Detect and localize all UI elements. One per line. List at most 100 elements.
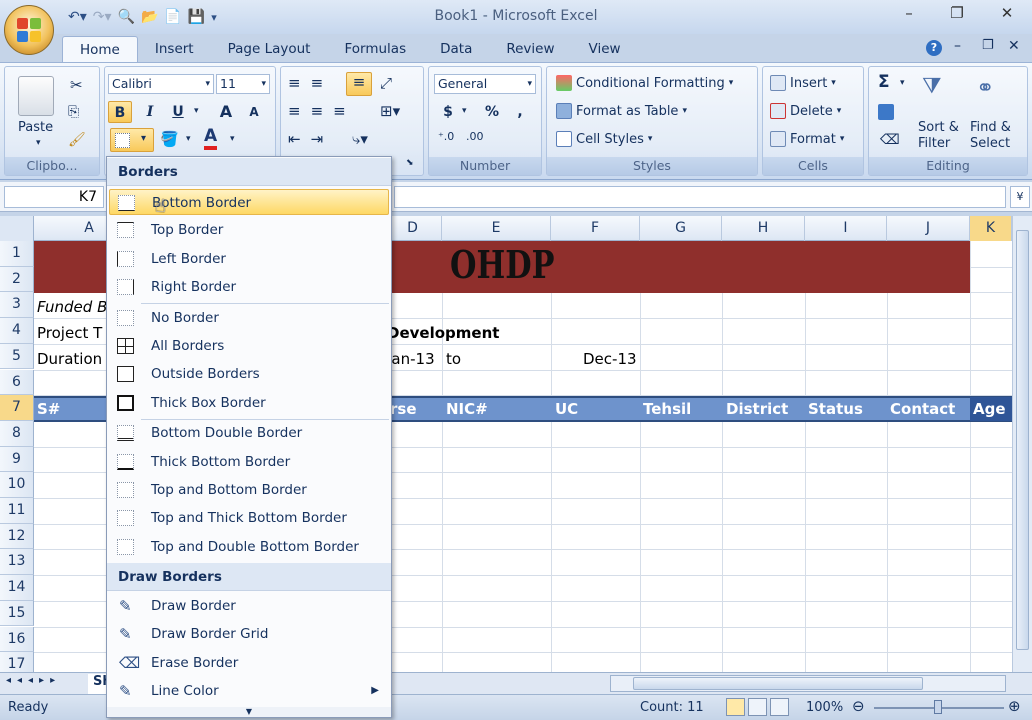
restore-icon[interactable]: ❐ [942, 4, 972, 22]
close-icon[interactable]: ✕ [992, 4, 1022, 22]
minimize-icon[interactable]: – [894, 4, 924, 22]
header-cell[interactable]: S# [37, 400, 60, 418]
menu-item-thick-bottom-border[interactable]: Thick Bottom Border [109, 449, 389, 475]
row-header-10[interactable]: 10 [0, 472, 34, 498]
column-header-h[interactable]: H [722, 216, 805, 241]
horizontal-scroll-thumb[interactable] [633, 677, 923, 690]
menu-item-line-color[interactable]: ✎ Line Color ▶ [109, 678, 389, 704]
zoom-slider-thumb[interactable] [934, 700, 942, 714]
clear-icon[interactable]: ⌫ [880, 132, 900, 148]
header-cell[interactable]: Age [973, 400, 1006, 418]
vertical-scrollbar[interactable] [1012, 216, 1032, 672]
cell-f5[interactable]: Dec-13 [583, 350, 637, 368]
row-header-4[interactable]: 4 [0, 318, 34, 344]
zoom-in-icon[interactable]: ⊕ [1008, 697, 1021, 715]
menu-item-no-border[interactable]: No Border [109, 305, 389, 331]
workbook-minimize-icon[interactable]: – [954, 38, 961, 54]
menu-scroll-down-icon[interactable]: ▼ [107, 707, 391, 717]
row-header-8[interactable]: 8 [0, 420, 34, 447]
copy-icon[interactable]: ⎘ [68, 104, 79, 120]
column-header-i[interactable]: I [805, 216, 887, 241]
format-painter-icon[interactable]: 🖌 [68, 132, 86, 148]
cell-a4[interactable]: Project T [37, 324, 102, 342]
grow-font-button[interactable]: A [214, 101, 238, 123]
header-cell[interactable]: NIC# [446, 400, 488, 418]
insert-cells-button[interactable]: Insert ▾ [770, 75, 836, 91]
office-button[interactable] [4, 5, 54, 55]
column-header-g[interactable]: G [640, 216, 722, 241]
find-select-button[interactable]: Find & Select [970, 120, 1011, 152]
row-header-1[interactable]: 1 [0, 241, 34, 267]
menu-item-bottom-double-border[interactable]: Bottom Double Border [109, 420, 389, 446]
menu-item-outside-borders[interactable]: Outside Borders [109, 361, 389, 387]
currency-button[interactable]: $ [436, 101, 460, 123]
tab-review[interactable]: Review [489, 36, 571, 62]
tab-page-layout[interactable]: Page Layout [211, 36, 328, 62]
percent-button[interactable]: % [480, 101, 504, 123]
row-header-7[interactable]: 7 [0, 395, 34, 421]
fill-color-icon[interactable]: 🪣 [160, 130, 179, 148]
row-header-11[interactable]: 11 [0, 498, 34, 524]
horizontal-scrollbar[interactable] [610, 675, 1006, 692]
number-format-combo[interactable]: General ▾ [434, 74, 536, 94]
menu-item-thick-box-border[interactable]: Thick Box Border [109, 390, 389, 416]
menu-item-left-border[interactable]: Left Border [109, 246, 389, 272]
header-cell[interactable]: Contact [890, 400, 955, 418]
tab-view[interactable]: View [572, 36, 638, 62]
format-as-table-button[interactable]: Format as Table ▾ [556, 103, 687, 119]
menu-item-top-and-bottom-border[interactable]: Top and Bottom Border [109, 477, 389, 503]
header-cell[interactable]: Status [808, 400, 863, 418]
sort-filter-icon[interactable]: ⧩ [922, 74, 942, 99]
row-header-5[interactable]: 5 [0, 343, 34, 370]
indent-icons[interactable]: ⇤⇥ [288, 130, 333, 148]
vertical-scroll-thumb[interactable] [1016, 230, 1029, 650]
borders-button[interactable]: ▾ [110, 128, 154, 152]
bottom-align-icon[interactable]: ≡ [346, 72, 372, 96]
row-header-3[interactable]: 3 [0, 292, 34, 319]
cell-d5[interactable]: Jan-13 [387, 350, 435, 368]
row-header-2[interactable]: 2 [0, 266, 34, 293]
tab-insert[interactable]: Insert [138, 36, 211, 62]
comma-button[interactable]: , [508, 101, 532, 123]
menu-item-top-border[interactable]: Top Border [109, 217, 389, 243]
wrap-text-icon[interactable]: ⤷▾ [352, 130, 368, 148]
shrink-font-button[interactable]: A [242, 101, 266, 123]
zoom-level[interactable]: 100% [806, 700, 843, 715]
format-cells-button[interactable]: Format ▾ [770, 131, 844, 147]
formula-input[interactable] [394, 186, 1006, 208]
binoculars-icon[interactable]: ⚭ [976, 76, 994, 101]
font-color-icon[interactable]: A [204, 126, 218, 150]
menu-item-right-border[interactable]: Right Border [109, 274, 389, 300]
font-color-dropdown-icon[interactable]: ▾ [230, 134, 235, 144]
cell-d4[interactable]: Development [387, 324, 499, 342]
paste-icon[interactable] [18, 76, 54, 116]
menu-item-bottom-border[interactable]: Bottom Border [109, 189, 389, 215]
select-all-corner[interactable] [0, 216, 34, 241]
header-cell[interactable]: Tehsil [643, 400, 691, 418]
sort-filter-button[interactable]: Sort & Filter [918, 120, 959, 152]
decrease-decimal-icon[interactable]: .00 [466, 130, 484, 143]
help-icon[interactable]: ? [926, 40, 942, 56]
row-header-13[interactable]: 13 [0, 549, 34, 576]
header-cell[interactable]: rse [390, 400, 417, 418]
menu-item-draw-border-grid[interactable]: ✎ Draw Border Grid [109, 621, 389, 647]
cut-icon[interactable]: ✂ [70, 76, 83, 94]
sheet-nav-icons[interactable]: ◂◂◂▸▸ [6, 675, 61, 686]
row-header-9[interactable]: 9 [0, 446, 34, 473]
workbook-close-icon[interactable]: ✕ [1008, 38, 1020, 54]
column-header-j[interactable]: J [887, 216, 970, 241]
alignment-launcher-icon[interactable]: ⬊ [406, 158, 414, 168]
font-name-combo[interactable]: Calibri ▾ [108, 74, 214, 94]
view-buttons[interactable] [726, 698, 792, 717]
merge-center-icon[interactable]: ⊞▾ [380, 102, 400, 120]
column-header-d[interactable]: D [384, 216, 442, 241]
bold-button[interactable]: B [108, 101, 132, 123]
fill-icon[interactable] [878, 104, 894, 120]
zoom-out-icon[interactable]: ⊖ [852, 697, 865, 715]
conditional-formatting-button[interactable]: Conditional Formatting ▾ [556, 75, 733, 91]
row-header-6[interactable]: 6 [0, 369, 34, 396]
tab-formulas[interactable]: Formulas [327, 36, 423, 62]
column-header-k[interactable]: K [970, 216, 1012, 241]
row-header-14[interactable]: 14 [0, 575, 34, 601]
normal-view-icon[interactable] [726, 698, 745, 716]
